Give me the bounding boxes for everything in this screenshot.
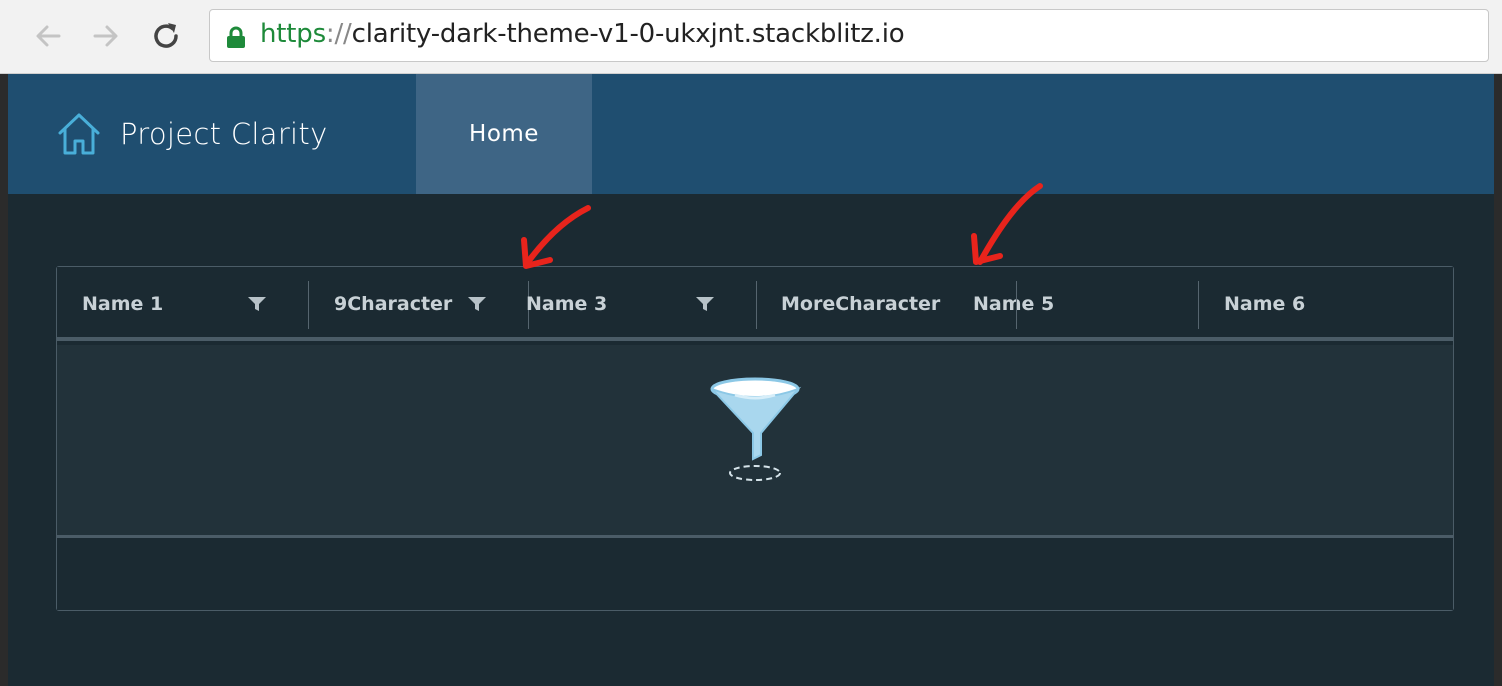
address-bar[interactable]: https://clarity-dark-theme-v1-0-ukxjnt.s…: [209, 9, 1489, 62]
filter-icon[interactable]: [468, 296, 486, 312]
url-host: clarity-dark-theme-v1-0-ukxjnt.stackblit…: [351, 19, 905, 49]
column-resize-handle[interactable]: [1016, 281, 1017, 329]
lock-icon: [227, 26, 245, 48]
column-resize-handle[interactable]: [756, 281, 757, 329]
reload-button[interactable]: [146, 16, 186, 56]
datagrid-header: Name 1 9Character Name 3 MoreCharacter N…: [57, 267, 1453, 341]
datagrid-empty-placeholder: [57, 345, 1453, 538]
column-resize-handle[interactable]: [1198, 281, 1199, 329]
back-arrow-icon: [36, 25, 61, 47]
filter-icon[interactable]: [696, 296, 714, 312]
brand-title: Project Clarity: [120, 117, 328, 151]
funnel-icon: [710, 377, 802, 481]
back-button[interactable]: [28, 16, 68, 56]
window-edge-right: [1494, 74, 1502, 686]
annotation-arrow-icon: [971, 183, 1043, 265]
reload-icon: [154, 23, 178, 48]
forward-arrow-icon: [93, 25, 118, 47]
column-header-name-5[interactable]: Name 5: [973, 267, 1054, 341]
datagrid-footer: [57, 541, 1453, 610]
url-text: https://clarity-dark-theme-v1-0-ukxjnt.s…: [260, 19, 905, 49]
window-edge-left: [0, 74, 8, 686]
column-header-name-1[interactable]: Name 1: [82, 267, 163, 341]
brand[interactable]: Project Clarity: [56, 111, 328, 157]
home-icon: [58, 113, 100, 155]
url-scheme: https: [260, 19, 326, 49]
filter-icon[interactable]: [248, 296, 266, 312]
nav-home-tab[interactable]: Home: [416, 74, 592, 194]
column-resize-handle[interactable]: [308, 281, 309, 329]
app-header: Project Clarity Home: [8, 74, 1494, 194]
column-header-9character[interactable]: 9Character: [334, 267, 452, 341]
browser-toolbar: https://clarity-dark-theme-v1-0-ukxjnt.s…: [0, 0, 1502, 74]
annotation-arrow-icon: [521, 205, 591, 269]
forward-button[interactable]: [86, 16, 126, 56]
app-viewport: Project Clarity Home Name 1 9Character N…: [8, 74, 1494, 686]
datagrid: Name 1 9Character Name 3 MoreCharacter N…: [56, 266, 1454, 611]
column-header-name-6[interactable]: Name 6: [1224, 267, 1305, 341]
url-separator: ://: [325, 19, 352, 49]
column-header-morecharacter[interactable]: MoreCharacter: [781, 267, 940, 341]
